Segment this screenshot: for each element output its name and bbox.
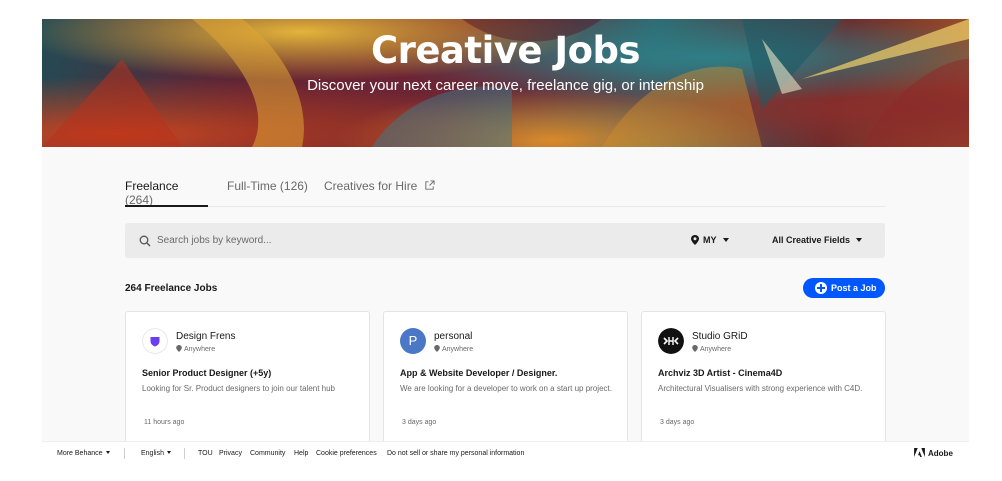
jobs-main: Freelance (264) Full-Time (126) Creative…: [42, 147, 969, 451]
shield-logo-icon: [142, 328, 168, 354]
creative-fields-dropdown[interactable]: All Creative Fields: [772, 235, 863, 245]
job-location: Anywhere: [176, 345, 215, 353]
job-posted-time: 11 hours ago: [144, 419, 185, 426]
tab-label: Full-Time: [227, 179, 277, 193]
footer-link-tou[interactable]: TOU: [198, 450, 213, 457]
job-title: App & Website Developer / Designer.: [400, 368, 558, 378]
footer-divider: [124, 448, 125, 459]
job-card[interactable]: Design Frens Anywhere Senior Product Des…: [125, 311, 370, 451]
post-a-job-button[interactable]: Post a Job: [803, 278, 885, 298]
chevron-down-icon: [166, 451, 171, 454]
job-location-label: Anywhere: [442, 346, 474, 353]
tab-count: (126): [279, 179, 308, 193]
footer-link-help[interactable]: Help: [294, 450, 308, 457]
avatar: P: [400, 328, 426, 354]
more-behance-label: More Behance: [57, 450, 103, 457]
page-title: Creative Jobs: [370, 29, 641, 72]
search-input[interactable]: [157, 229, 677, 252]
tab-full-time[interactable]: Full-Time (126): [227, 179, 308, 206]
job-location-label: Anywhere: [700, 346, 732, 353]
footer-link-privacy[interactable]: Privacy: [219, 450, 242, 457]
adobe-label: Adobe: [928, 449, 953, 458]
creative-jobs-page: Creative Jobs Discover your next career …: [0, 0, 1002, 481]
company-name: personal: [434, 331, 473, 342]
tab-label: Creatives for Hire: [324, 179, 418, 193]
job-card[interactable]: P personal Anywhere App & Website Develo…: [383, 311, 628, 451]
more-behance-menu[interactable]: More Behance: [57, 450, 110, 457]
job-location-label: Anywhere: [184, 346, 216, 353]
location-pin-icon: [691, 235, 699, 245]
language-label: English: [141, 450, 164, 457]
language-selector[interactable]: English: [141, 450, 171, 457]
footer-link-do-not-sell[interactable]: Do not sell or share my personal informa…: [387, 450, 524, 457]
tab-label: Freelance: [125, 179, 179, 193]
tab-creatives-for-hire[interactable]: Creatives for Hire: [324, 179, 435, 206]
job-posted-time: 3 days ago: [660, 419, 695, 426]
chevron-down-icon: [856, 238, 863, 242]
company-name: Design Frens: [176, 331, 236, 342]
hero-banner: Creative Jobs Discover your next career …: [42, 19, 969, 147]
job-card[interactable]: Studio GRiD Anywhere Archviz 3D Artist -…: [641, 311, 886, 451]
job-type-tabs: Freelance (264) Full-Time (126) Creative…: [125, 173, 885, 207]
search-icon: [139, 235, 151, 247]
jobs-count: 264 Freelance Jobs: [125, 283, 218, 294]
external-link-icon: [425, 180, 435, 190]
location-pin-icon: [434, 345, 440, 352]
location-pin-icon: [176, 345, 182, 352]
job-description: Looking for Sr. Product designers to joi…: [142, 384, 336, 393]
job-posted-time: 3 days ago: [402, 419, 437, 426]
footer-link-cookie-preferences[interactable]: Cookie preferences: [316, 450, 377, 457]
location-pin-icon: [692, 345, 698, 352]
location-value: MY: [703, 235, 717, 245]
adobe-logo-icon: [914, 448, 925, 457]
company-name: Studio GRiD: [692, 331, 748, 342]
job-title: Senior Product Designer (+5y): [142, 368, 272, 378]
job-search-bar: MY All Creative Fields: [125, 223, 885, 258]
studio-grid-logo-icon: [658, 328, 684, 354]
job-description: Architectural Visualisers with strong ex…: [658, 384, 863, 393]
chevron-down-icon: [722, 238, 729, 242]
footer-link-community[interactable]: Community: [250, 450, 285, 457]
adobe-brand[interactable]: Adobe: [914, 448, 953, 458]
job-location: Anywhere: [692, 345, 731, 353]
site-footer: More Behance English TOU Privacy Communi…: [42, 441, 969, 463]
job-title: Archviz 3D Artist - Cinema4D: [658, 368, 783, 378]
location-dropdown[interactable]: MY: [691, 235, 729, 245]
tab-freelance[interactable]: Freelance (264): [125, 179, 208, 207]
tab-count: (264): [125, 193, 154, 207]
page-subtitle: Discover your next career move, freelanc…: [307, 77, 704, 94]
plus-circle-icon: [815, 282, 827, 294]
job-location: Anywhere: [434, 345, 473, 353]
post-a-job-label: Post a Job: [831, 283, 877, 293]
creative-fields-value: All Creative Fields: [772, 235, 851, 245]
chevron-down-icon: [105, 451, 110, 454]
footer-divider: [184, 448, 185, 459]
job-description: We are looking for a developer to work o…: [400, 384, 612, 393]
